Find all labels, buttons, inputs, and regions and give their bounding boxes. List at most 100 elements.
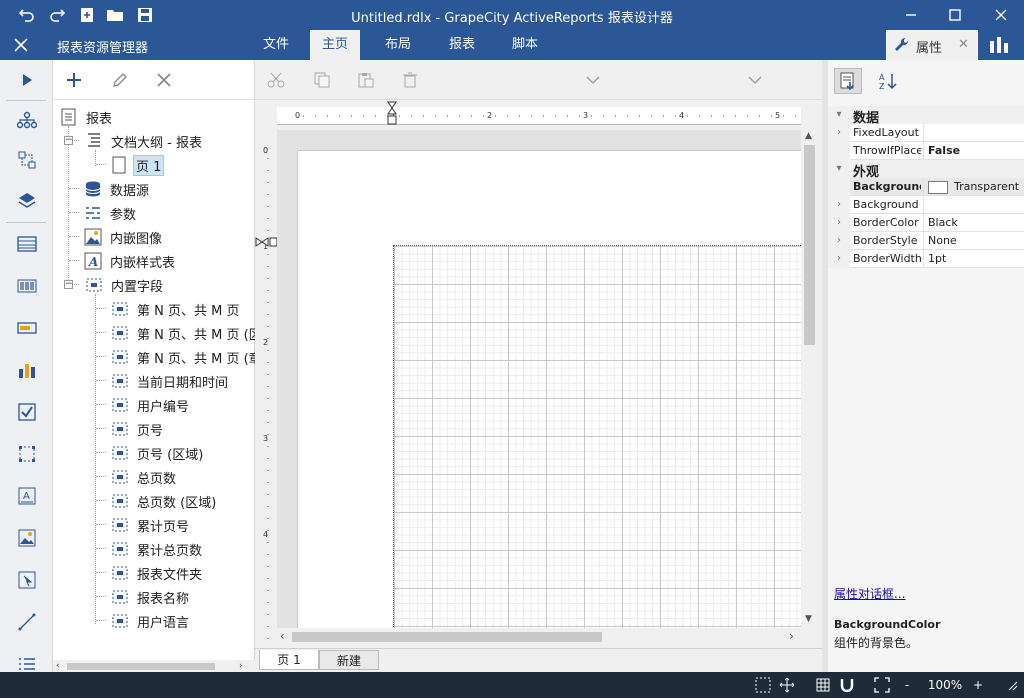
sort-alphabetical-icon[interactable]: AZ [874, 68, 902, 94]
tree-icon[interactable] [12, 106, 42, 134]
explorer-horizontal-scrollbar[interactable]: ‹ › [53, 660, 255, 672]
selection-icon[interactable] [754, 677, 772, 693]
scroll-thumb[interactable] [292, 632, 602, 642]
designer-vertical-scrollbar[interactable]: ▲ ▼ [801, 130, 818, 628]
image-icon[interactable] [12, 524, 42, 552]
ruler-margin-marker[interactable] [255, 236, 279, 247]
close-properties-icon[interactable]: ✕ [958, 37, 969, 52]
tab-new-page[interactable]: 新建 [319, 650, 379, 670]
tab-script[interactable]: 脚本 [499, 30, 551, 60]
property-row[interactable]: ThrowIfPlace False [828, 142, 1024, 160]
tree-node-field[interactable]: 总页数 [110, 466, 176, 488]
formatted-text-icon[interactable]: A [12, 482, 42, 510]
designer-horizontal-scrollbar[interactable]: ‹ › [277, 628, 801, 645]
design-grid[interactable] [393, 245, 801, 630]
property-row[interactable]: › BorderColor Black [828, 214, 1024, 232]
tree-node-field[interactable]: 用户编号 [110, 394, 189, 416]
tree-node-field[interactable]: 第 N 页、共 M 页 (区 [110, 322, 262, 344]
tree-node-field[interactable]: 报表名称 [110, 586, 189, 608]
property-row[interactable]: Background Transparent [828, 178, 1024, 196]
properties-tab[interactable]: 属性 ✕ [886, 30, 978, 60]
delete-icon[interactable] [151, 68, 177, 92]
container-icon[interactable] [12, 440, 42, 468]
resize-grip-icon[interactable] [1004, 677, 1020, 693]
properties-dialog-link[interactable]: 属性对话框... [834, 585, 905, 602]
scroll-left-icon[interactable]: ‹ [56, 661, 60, 671]
property-row[interactable]: › BorderStyle None [828, 232, 1024, 250]
chevron-down-icon[interactable] [585, 72, 601, 88]
edit-icon[interactable] [107, 68, 133, 92]
collapse-icon[interactable]: − [64, 280, 73, 289]
table-icon[interactable] [12, 230, 42, 258]
close-button[interactable] [978, 0, 1024, 30]
checkbox-icon[interactable] [12, 398, 42, 426]
fit-icon[interactable] [872, 677, 892, 693]
report-page[interactable] [297, 150, 801, 630]
zoom-out-button[interactable]: - [900, 677, 914, 693]
textbox-icon[interactable] [12, 314, 42, 342]
scroll-down-icon[interactable]: ▼ [805, 614, 812, 624]
tab-page-1[interactable]: 页 1 [259, 650, 319, 670]
scroll-right-icon[interactable]: › [789, 629, 794, 643]
layers-icon[interactable] [12, 186, 42, 214]
line-icon[interactable] [12, 608, 42, 636]
categorized-icon[interactable] [834, 68, 862, 94]
tree-node-field[interactable]: 报表文件夹 [110, 562, 202, 584]
scroll-up-icon[interactable]: ▲ [805, 131, 812, 141]
snap-icon[interactable] [838, 677, 856, 693]
design-canvas[interactable] [277, 130, 801, 630]
tree-node-field[interactable]: 页号 [110, 418, 163, 440]
tree-node-page-1[interactable]: 页 1 [110, 154, 165, 176]
chart-icon[interactable] [12, 356, 42, 384]
tree-node-datasource[interactable]: 数据源 [83, 178, 149, 200]
barcode-icon[interactable] [12, 272, 42, 300]
tab-file[interactable]: 文件 [250, 30, 302, 60]
chevron-down-icon[interactable] [747, 72, 763, 88]
maximize-button[interactable] [932, 0, 978, 30]
tree-node-outline[interactable]: − 文档大纲 - 报表 [64, 130, 202, 152]
add-icon[interactable] [61, 68, 87, 92]
property-row[interactable]: › Background [828, 196, 1024, 214]
tree-node-parameters[interactable]: 参数 [83, 202, 136, 224]
report-chart-icon[interactable] [988, 36, 1010, 54]
tab-home[interactable]: 主页 [310, 30, 360, 60]
ruler-margin-marker[interactable] [387, 101, 397, 127]
scroll-right-icon[interactable]: › [239, 661, 243, 671]
move-icon[interactable] [778, 677, 796, 693]
tree-node-field[interactable]: 页号 (区域) [110, 442, 203, 464]
tree-node-field[interactable]: 累计页号 [110, 514, 189, 536]
tab-report[interactable]: 报表 [436, 30, 488, 60]
tree-node-field[interactable]: 用户语言 [110, 610, 189, 632]
run-icon[interactable] [12, 66, 42, 94]
scroll-thumb[interactable] [67, 663, 215, 670]
zoom-in-button[interactable]: + [970, 677, 986, 693]
tab-layout[interactable]: 布局 [372, 30, 424, 60]
tree-node-field[interactable]: 总页数 (区域) [110, 490, 216, 512]
tree-node-embedded-images[interactable]: 内嵌图像 [83, 226, 162, 248]
property-category-data[interactable]: ▾ 数据 [828, 106, 1024, 126]
tree-node-field[interactable]: 第 N 页、共 M 页 [110, 298, 239, 320]
tree-node-report[interactable]: 报表 [59, 106, 112, 128]
property-row[interactable]: › FixedLayout [828, 124, 1024, 142]
paste-icon[interactable] [353, 68, 379, 92]
property-row[interactable]: › BorderWidth 1pt [828, 250, 1024, 268]
cut-icon[interactable] [263, 68, 289, 92]
property-description-title: BackgroundColor [834, 618, 941, 631]
tree-node-field[interactable]: 累计总页数 [110, 538, 202, 560]
color-swatch[interactable] [928, 180, 948, 194]
collapse-icon[interactable]: − [64, 136, 73, 145]
copy-icon[interactable] [309, 68, 335, 92]
tree-node-field[interactable]: 第 N 页、共 M 页 (章 [110, 346, 262, 368]
scroll-left-icon[interactable]: ‹ [280, 629, 285, 643]
delete-icon[interactable] [397, 68, 423, 92]
tree-node-common-values[interactable]: − 内置字段 [64, 274, 163, 296]
layout-icon[interactable] [12, 146, 42, 174]
grid-icon[interactable] [814, 677, 832, 693]
scroll-thumb[interactable] [804, 145, 815, 345]
tree-node-field[interactable]: 当前日期和时间 [110, 370, 228, 392]
close-explorer-icon[interactable] [12, 36, 30, 54]
tree-node-stylesheets[interactable]: A 内嵌样式表 [83, 250, 175, 272]
pointer-icon[interactable] [12, 566, 42, 594]
minimize-button[interactable] [888, 0, 934, 30]
property-category-appearance[interactable]: ▾ 外观 [828, 160, 1024, 180]
